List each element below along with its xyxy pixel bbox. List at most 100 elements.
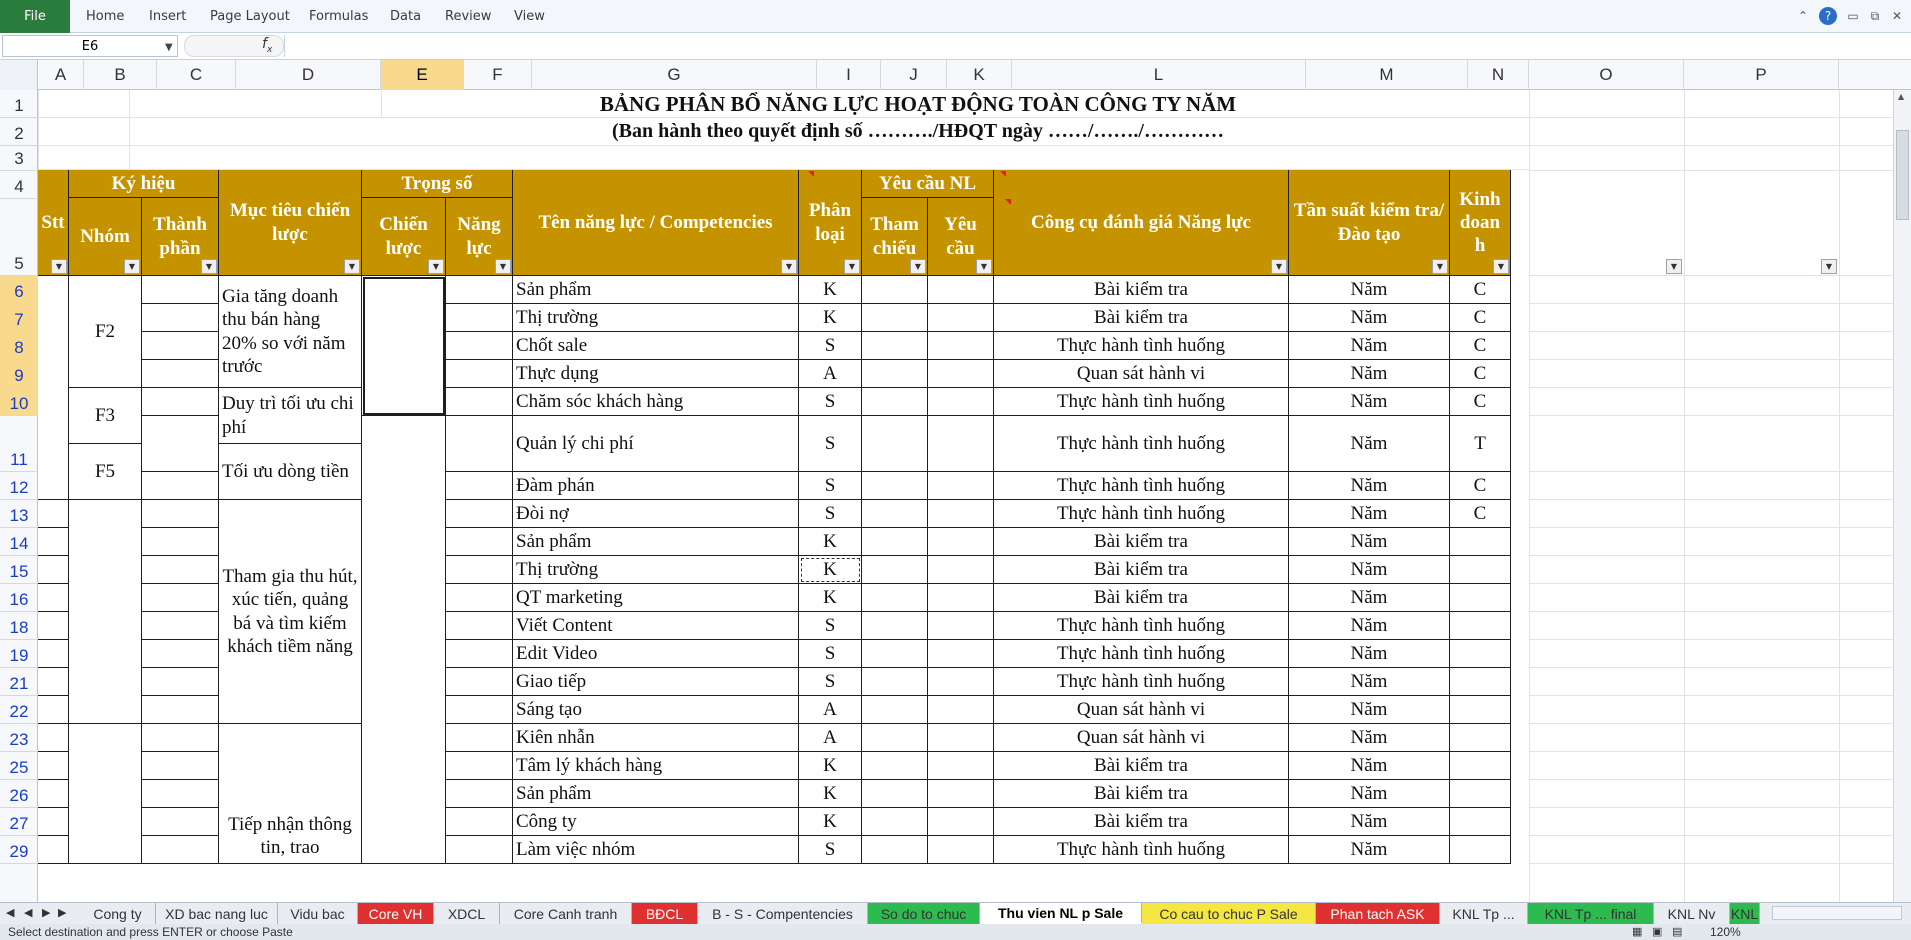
sheet-tab[interactable]: BĐCL: [632, 903, 698, 924]
competency-type[interactable]: S: [799, 612, 862, 640]
frequency[interactable]: Năm: [1289, 696, 1450, 724]
tham-chieu-cell[interactable]: [862, 808, 928, 836]
competency-name[interactable]: Thị trường: [513, 556, 799, 584]
thanh-phan-cell[interactable]: [142, 752, 219, 780]
yeu-cau-cell[interactable]: [928, 668, 994, 696]
competency-name[interactable]: Thị trường: [513, 304, 799, 332]
competency-name[interactable]: Chốt sale: [513, 332, 799, 360]
horizontal-scrollbar[interactable]: [1772, 906, 1902, 920]
stt-cell[interactable]: [38, 528, 69, 556]
assessment-tool[interactable]: Thực hành tình huống: [994, 836, 1289, 864]
nang-luc-cell[interactable]: [446, 332, 513, 360]
competency-type[interactable]: A: [799, 360, 862, 388]
row-header[interactable]: 10: [0, 388, 38, 416]
nang-luc-cell[interactable]: [446, 668, 513, 696]
kinh-doanh-cell[interactable]: C: [1450, 304, 1511, 332]
kinh-doanh-cell[interactable]: T: [1450, 416, 1511, 472]
sheet-tab[interactable]: KNL Tp ... final: [1528, 903, 1654, 924]
filter-dropdown-icon[interactable]: ▼: [1271, 259, 1287, 274]
tham-chieu-cell[interactable]: [862, 668, 928, 696]
kinh-doanh-cell[interactable]: [1450, 752, 1511, 780]
tab-data[interactable]: Data: [390, 0, 421, 33]
kinh-doanh-cell[interactable]: [1450, 808, 1511, 836]
normal-view-icon[interactable]: ▦: [1632, 925, 1642, 938]
competency-name[interactable]: Công ty: [513, 808, 799, 836]
assessment-tool[interactable]: Bài kiểm tra: [994, 584, 1289, 612]
frequency[interactable]: Năm: [1289, 808, 1450, 836]
kinh-doanh-cell[interactable]: [1450, 640, 1511, 668]
filter-dropdown-icon[interactable]: ▼: [844, 259, 860, 274]
frequency[interactable]: Năm: [1289, 472, 1450, 500]
tham-chieu-cell[interactable]: [862, 500, 928, 528]
row-header[interactable]: 3: [0, 146, 38, 171]
group-nhom-cell[interactable]: [69, 500, 142, 724]
yeu-cau-cell[interactable]: [928, 780, 994, 808]
sheet-tab[interactable]: KNL: [1730, 903, 1760, 924]
tab-home[interactable]: Home: [86, 0, 124, 33]
competency-name[interactable]: Sản phẩm: [513, 780, 799, 808]
sheet-tab[interactable]: Vidu bac: [278, 903, 358, 924]
thanh-phan-cell[interactable]: [142, 360, 219, 388]
sheet-tab[interactable]: So do to chuc: [868, 903, 980, 924]
row-header[interactable]: 14: [0, 528, 38, 556]
filter-dropdown-icon[interactable]: ▼: [124, 259, 140, 274]
assessment-tool[interactable]: Thực hành tình huống: [994, 332, 1289, 360]
kinh-doanh-cell[interactable]: [1450, 528, 1511, 556]
frequency[interactable]: Năm: [1289, 304, 1450, 332]
kinh-doanh-cell[interactable]: [1450, 584, 1511, 612]
group-nhom-cell[interactable]: [69, 724, 142, 864]
assessment-tool[interactable]: Bài kiểm tra: [994, 780, 1289, 808]
tham-chieu-cell[interactable]: [862, 696, 928, 724]
minimize-icon[interactable]: ▭: [1844, 7, 1862, 25]
tab-review[interactable]: Review: [445, 0, 491, 33]
thanh-phan-cell[interactable]: [142, 640, 219, 668]
stt-cell[interactable]: [38, 724, 69, 752]
competency-type[interactable]: S: [799, 836, 862, 864]
thanh-phan-cell[interactable]: [142, 612, 219, 640]
yeu-cau-cell[interactable]: [928, 752, 994, 780]
nang-luc-cell[interactable]: [446, 752, 513, 780]
frequency[interactable]: Năm: [1289, 276, 1450, 304]
yeu-cau-cell[interactable]: [928, 360, 994, 388]
yeu-cau-cell[interactable]: [928, 472, 994, 500]
competency-name[interactable]: Đàm phán: [513, 472, 799, 500]
sheet-tab[interactable]: B - S - Compentencies: [698, 903, 868, 924]
filter-dropdown-icon[interactable]: ▼: [495, 259, 511, 274]
muc-tieu-cell[interactable]: Tham gia thu hút, xúc tiến, quảng bá và …: [219, 500, 362, 724]
thanh-phan-cell[interactable]: [142, 388, 219, 416]
chevron-down-icon[interactable]: ▼: [165, 42, 173, 53]
page-layout-view-icon[interactable]: ▣: [1652, 925, 1662, 938]
column-header-d[interactable]: D: [236, 60, 381, 90]
tham-chieu-cell[interactable]: [862, 724, 928, 752]
competency-name[interactable]: Viết Content: [513, 612, 799, 640]
thanh-phan-cell[interactable]: [142, 668, 219, 696]
tab-page-layout[interactable]: Page Layout: [210, 0, 290, 33]
restore-icon[interactable]: ⧉: [1866, 7, 1884, 25]
kinh-doanh-cell[interactable]: C: [1450, 388, 1511, 416]
chien-luoc-cell[interactable]: [362, 416, 446, 864]
kinh-doanh-cell[interactable]: [1450, 556, 1511, 584]
yeu-cau-cell[interactable]: [928, 500, 994, 528]
nang-luc-cell[interactable]: [446, 640, 513, 668]
sheet-tab[interactable]: Co cau to chuc P Sale: [1142, 903, 1316, 924]
filter-dropdown-icon[interactable]: ▼: [344, 259, 360, 274]
yeu-cau-cell[interactable]: [928, 528, 994, 556]
thanh-phan-cell[interactable]: [142, 528, 219, 556]
nang-luc-cell[interactable]: [446, 500, 513, 528]
kinh-doanh-cell[interactable]: [1450, 668, 1511, 696]
yeu-cau-cell[interactable]: [928, 388, 994, 416]
competency-type[interactable]: K: [799, 276, 862, 304]
stt-cell[interactable]: [38, 696, 69, 724]
tham-chieu-cell[interactable]: [862, 780, 928, 808]
collapse-ribbon-icon[interactable]: ⌃: [1794, 7, 1812, 25]
row-header[interactable]: 15: [0, 556, 38, 584]
stt-cell[interactable]: [38, 584, 69, 612]
thanh-phan-cell[interactable]: [142, 276, 219, 304]
row-header[interactable]: 26: [0, 780, 38, 808]
filter-dropdown-icon[interactable]: ▼: [1821, 259, 1837, 274]
frequency[interactable]: Năm: [1289, 528, 1450, 556]
frequency[interactable]: Năm: [1289, 752, 1450, 780]
tham-chieu-cell[interactable]: [862, 472, 928, 500]
kinh-doanh-cell[interactable]: [1450, 780, 1511, 808]
competency-name[interactable]: Đòi nợ: [513, 500, 799, 528]
